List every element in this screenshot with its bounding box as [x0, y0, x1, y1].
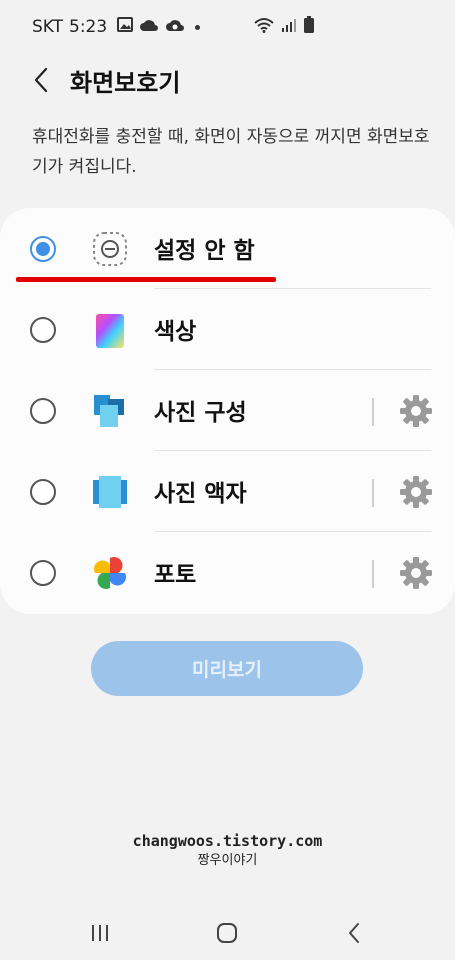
option-google-photos[interactable]: 포토 — [0, 532, 455, 613]
status-bar-right — [253, 16, 315, 38]
gear-icon — [400, 395, 432, 427]
settings-button[interactable] — [398, 393, 434, 429]
colors-icon — [92, 312, 128, 348]
separator — [372, 479, 374, 507]
recent-apps-button[interactable] — [80, 915, 120, 951]
separator — [372, 560, 374, 588]
photo-table-icon — [92, 393, 128, 429]
cloud-sync-icon — [165, 17, 185, 37]
option-label: 색상 — [154, 319, 197, 345]
option-label: 사진 액자 — [154, 481, 247, 507]
back-button[interactable] — [26, 62, 56, 98]
carrier-label: SKT — [32, 17, 64, 37]
watermark: changwoos.tistory.com 짱우이야기 — [0, 832, 455, 868]
battery-icon — [303, 16, 315, 38]
option-label: 사진 구성 — [154, 400, 247, 426]
option-label: 설정 안 함 — [154, 238, 255, 264]
chevron-left-icon — [349, 923, 359, 943]
settings-button[interactable] — [398, 474, 434, 510]
description-text: 휴대전화를 충전할 때, 화면이 자동으로 꺼지면 화면보호기가 켜집니다. — [32, 127, 430, 177]
chevron-left-icon — [34, 67, 48, 93]
radio-button[interactable] — [30, 479, 56, 505]
watermark-name: 짱우이야기 — [197, 853, 258, 868]
home-button[interactable] — [207, 915, 247, 951]
watermark-url: changwoos.tistory.com — [132, 832, 323, 850]
navigation-bar — [0, 905, 455, 960]
radio-button[interactable] — [30, 398, 56, 424]
gallery-icon — [117, 17, 134, 37]
cloud-icon — [139, 17, 159, 37]
google-photos-icon — [92, 555, 128, 591]
notification-dot-icon — [195, 24, 201, 30]
option-colors[interactable]: 색상 — [0, 289, 455, 370]
signal-icon — [281, 17, 297, 37]
option-label: 포토 — [154, 562, 197, 588]
screensaver-options-card: 설정 안 함 색상 사진 구성 사진 액자 포토 — [0, 208, 455, 614]
settings-button[interactable] — [398, 555, 434, 591]
clock: 5:23 — [69, 17, 108, 37]
gear-icon — [400, 557, 432, 589]
header: 화면보호기 — [0, 60, 455, 100]
gear-icon — [400, 476, 432, 508]
page-title: 화면보호기 — [70, 69, 181, 97]
radio-button[interactable] — [30, 317, 56, 343]
annotation-underline — [16, 277, 276, 282]
photo-frame-icon — [92, 474, 128, 510]
wifi-icon — [253, 17, 275, 37]
option-photo-frame[interactable]: 사진 액자 — [0, 451, 455, 532]
none-icon — [92, 231, 128, 267]
preview-button[interactable]: 미리보기 — [91, 641, 363, 696]
status-bar: SKT 5:23 — [0, 0, 455, 52]
radio-button[interactable] — [30, 236, 56, 262]
home-icon — [217, 923, 237, 943]
back-nav-button[interactable] — [334, 915, 374, 951]
option-photo-table[interactable]: 사진 구성 — [0, 370, 455, 451]
separator — [372, 398, 374, 426]
radio-button[interactable] — [30, 560, 56, 586]
status-bar-left: SKT 5:23 — [32, 17, 201, 37]
recent-apps-icon — [92, 925, 108, 941]
